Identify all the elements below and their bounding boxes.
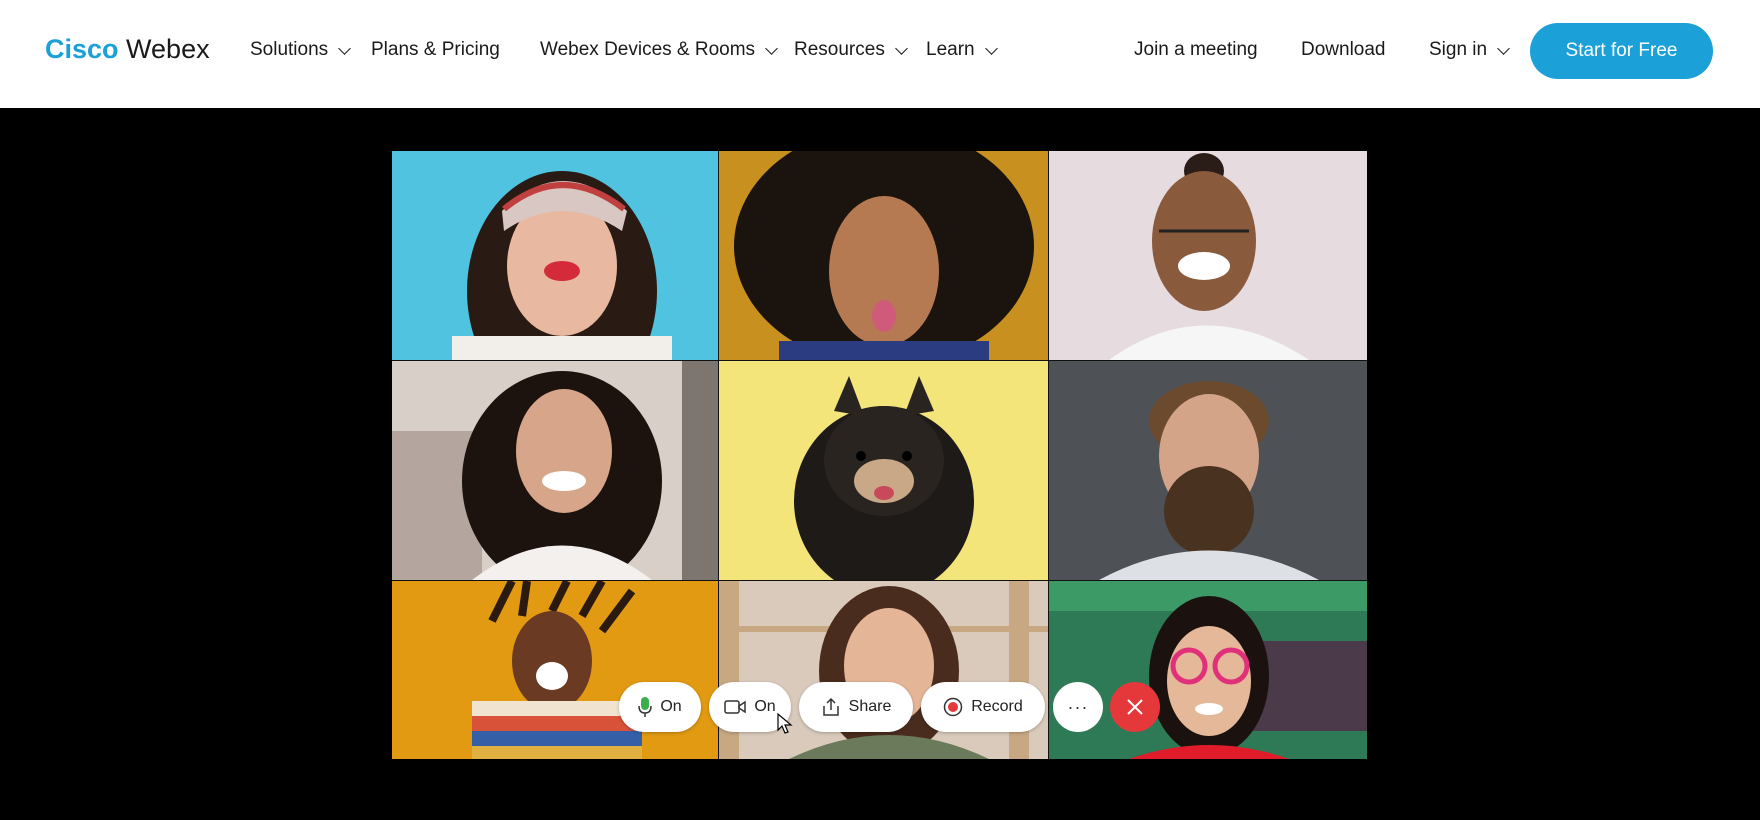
participant-video [392,581,718,759]
participant-tile [392,581,718,759]
chevron-down-icon [1497,41,1510,55]
chevron-down-icon [894,41,908,55]
nav-learn[interactable]: Learn [926,38,998,62]
participant-video [719,581,1048,759]
camera-icon [724,700,747,714]
participant-tile [392,151,718,360]
participant-tile [719,581,1048,759]
microphone-icon [638,697,653,717]
participant-video [1049,151,1367,360]
download-link[interactable]: Download [1301,38,1386,62]
record-button[interactable]: Record [921,682,1045,732]
participant-tile [1049,361,1367,580]
join-meeting-link[interactable]: Join a meeting [1134,38,1258,62]
participant-video [1049,361,1367,580]
join-meeting-label: Join a meeting [1134,39,1258,60]
nav-solutions[interactable]: Solutions [250,38,352,62]
nav-solutions-label: Solutions [250,39,329,60]
record-icon [943,697,963,717]
camera-toggle-label: On [754,698,776,715]
participant-tile [1049,581,1367,759]
participant-tile [719,151,1048,360]
nav-plans-label: Plans & Pricing [371,39,500,60]
meeting-video-grid [392,151,1367,759]
participant-video [1049,581,1367,759]
participant-tile [392,361,718,580]
nav-devices-rooms[interactable]: Webex Devices & Rooms [540,38,778,62]
record-label: Record [971,698,1023,715]
nav-plans-pricing[interactable]: Plans & Pricing [371,38,500,62]
nav-learn-label: Learn [926,39,975,60]
chevron-down-icon [765,41,778,55]
logo-webex-text: Webex [126,34,210,64]
participant-video [392,151,718,360]
participant-tile [719,361,1048,580]
mute-toggle-button[interactable]: On [619,682,701,732]
start-for-free-button[interactable]: Start for Free [1530,23,1713,79]
share-label: Share [848,698,892,715]
site-header: Cisco Webex Solutions Plans & Pricing We… [0,0,1760,108]
nav-devices-label: Webex Devices & Rooms [540,39,756,60]
close-icon [1127,699,1143,715]
participant-video [392,361,718,580]
participant-video [719,361,1048,580]
download-label: Download [1301,39,1386,60]
share-button[interactable]: Share [799,682,913,732]
participant-tile [1049,151,1367,360]
mute-toggle-label: On [660,698,682,715]
logo-cisco-text: Cisco [45,34,119,64]
participant-video [719,151,1048,360]
nav-resources-label: Resources [794,39,885,60]
nav-resources[interactable]: Resources [794,38,908,62]
more-options-button[interactable]: ··· [1053,682,1103,732]
end-call-button[interactable] [1110,682,1160,732]
sign-in-label: Sign in [1429,39,1488,60]
webex-logo[interactable]: Cisco Webex [45,32,210,66]
sign-in-menu[interactable]: Sign in [1429,38,1510,62]
mouse-pointer-icon [777,713,793,734]
chevron-down-icon [338,41,352,55]
share-icon [822,697,839,716]
chevron-down-icon [984,41,998,55]
